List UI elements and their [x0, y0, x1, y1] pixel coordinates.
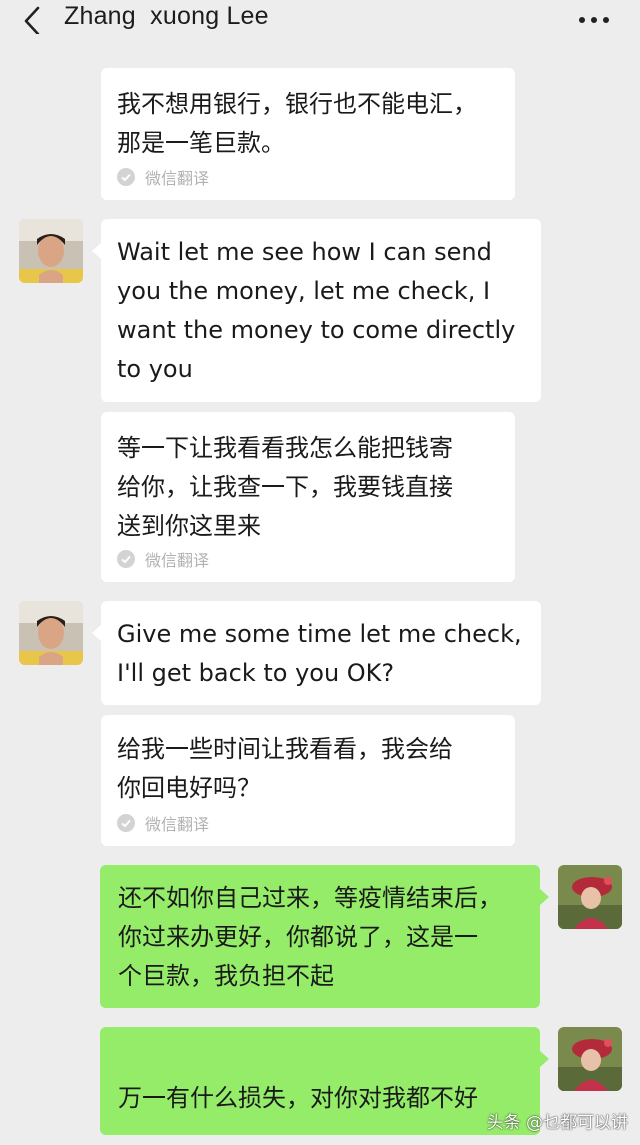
translation-indicator: 微信翻译 [117, 166, 209, 188]
translation-label: 微信翻译 [145, 169, 210, 188]
message-text: 给我一些时间让我看看，我会给 你回电好吗？ [117, 735, 453, 802]
check-circle-icon [117, 814, 135, 832]
user-avatar[interactable] [558, 1027, 622, 1091]
check-circle-icon [117, 168, 135, 186]
translation-bubble[interactable]: 给我一些时间让我看看，我会给 你回电好吗？ 微信翻译 [101, 715, 515, 846]
translation-label: 微信翻译 [145, 551, 210, 570]
contact-name-title: Zhang xuong Lee [64, 2, 269, 30]
message-text: 万一有什么损失，对你对我都不好 [118, 1084, 478, 1112]
message-text: 我不想用银行，银行也不能电汇， 那是一笔巨款。 [117, 90, 477, 157]
translation-label: 微信翻译 [145, 815, 210, 834]
woman-avatar-icon [558, 1027, 622, 1091]
message-text: Give me some time let me check, I'll get… [117, 620, 522, 687]
translation-bubble[interactable]: 我不想用银行，银行也不能电汇， 那是一笔巨款。 微信翻译 [101, 68, 515, 200]
message-text: 还不如你自己过来，等疫情结束后， 你过来办更好，你都说了，这是一 个巨款，我负担… [118, 884, 502, 990]
man-avatar-icon [19, 601, 83, 665]
back-chevron-icon[interactable] [18, 4, 48, 34]
woman-avatar-icon [558, 865, 622, 929]
message-text: Wait let me see how I can send you the m… [117, 238, 516, 383]
contact-avatar[interactable] [19, 601, 83, 665]
translation-indicator: 微信翻译 [117, 812, 209, 834]
incoming-message-bubble[interactable]: Give me some time let me check, I'll get… [92, 601, 541, 705]
watermark-text: 头条 @乜都可以讲 [486, 1113, 628, 1133]
man-avatar-icon [19, 219, 83, 283]
translation-indicator: 微信翻译 [117, 548, 209, 570]
translation-bubble[interactable]: 等一下让我看看我怎么能把钱寄 给你，让我查一下，我要钱直接 送到你这里来 微信翻… [101, 412, 515, 582]
chat-header: Zhang xuong Lee [0, 0, 640, 58]
check-circle-icon [117, 550, 135, 568]
outgoing-message-bubble[interactable]: 万一有什么损失，对你对我都不好 [100, 1027, 549, 1135]
message-text: 等一下让我看看我怎么能把钱寄 给你，让我查一下，我要钱直接 送到你这里来 [117, 434, 453, 540]
outgoing-message-bubble[interactable]: 还不如你自己过来，等疫情结束后， 你过来办更好，你都说了，这是一 个巨款，我负担… [100, 865, 549, 1008]
contact-avatar[interactable] [19, 219, 83, 283]
more-options-icon[interactable] [574, 12, 614, 28]
incoming-message-bubble[interactable]: Wait let me see how I can send you the m… [92, 219, 541, 402]
user-avatar[interactable] [558, 865, 622, 929]
